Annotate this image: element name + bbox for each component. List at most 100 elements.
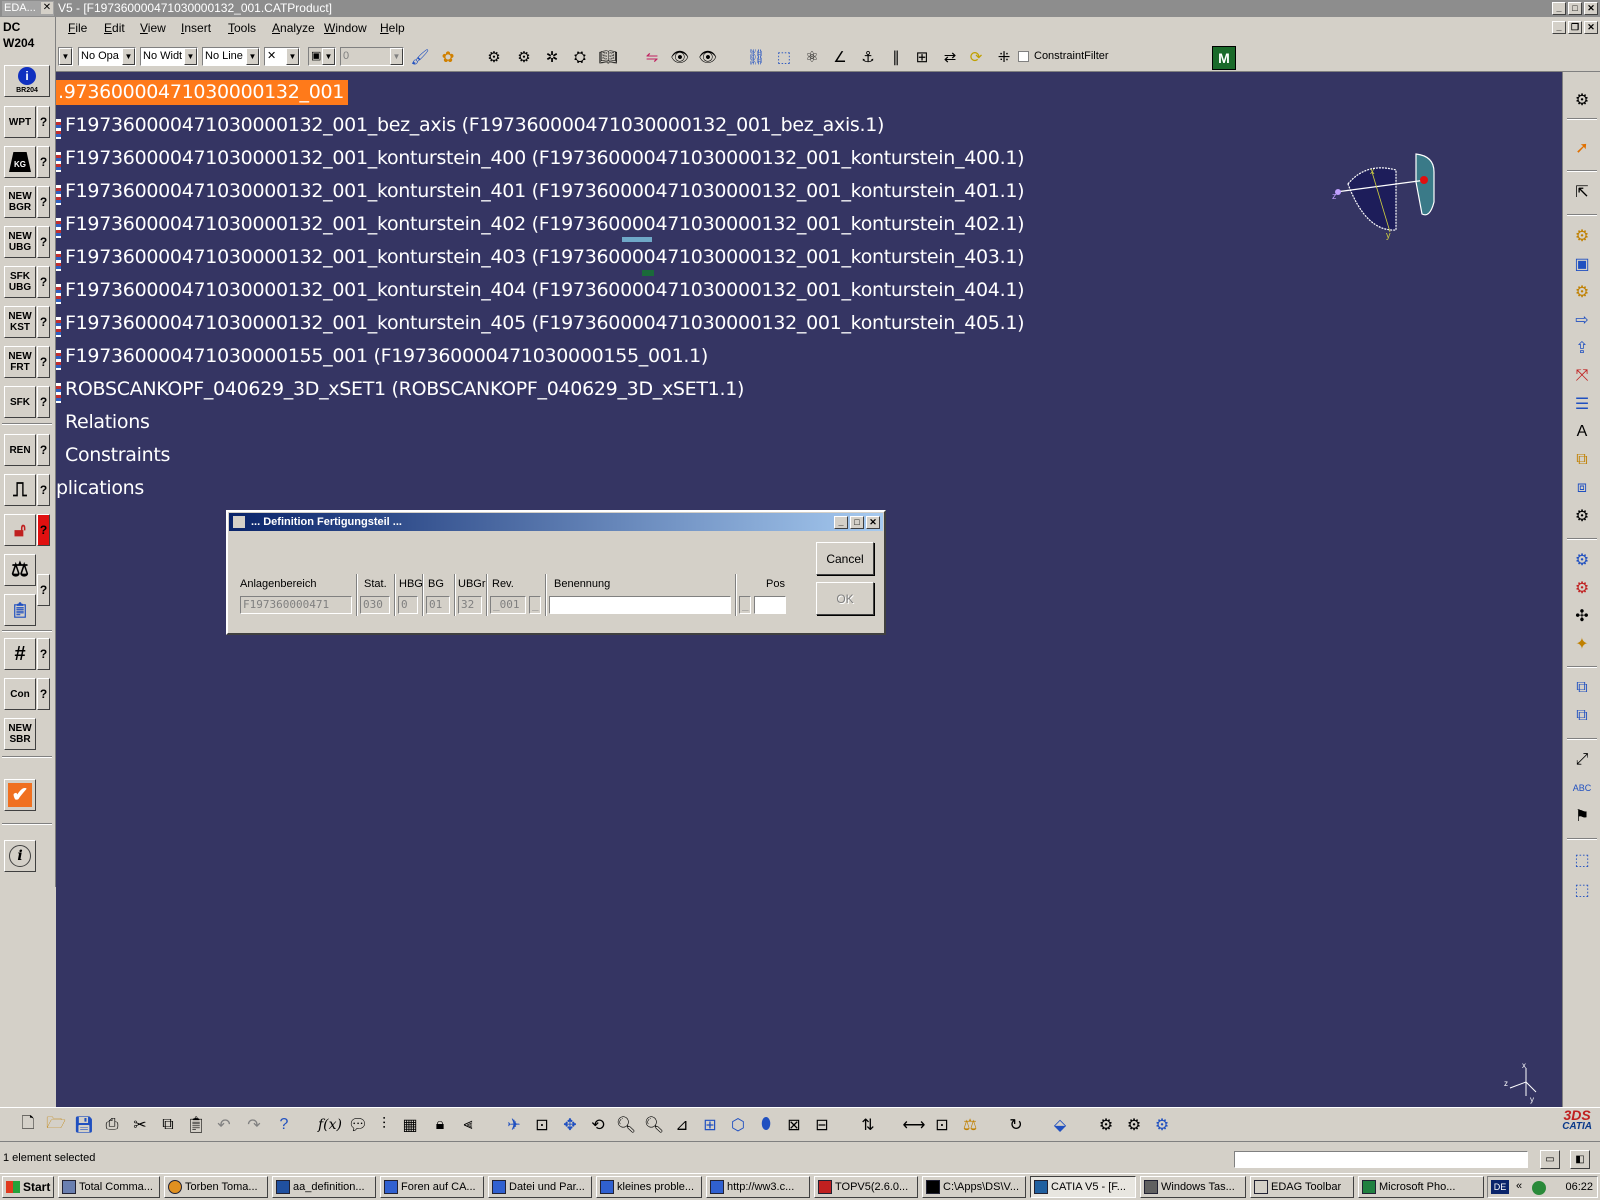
hbg-field[interactable]: 0 <box>398 596 418 614</box>
offset-icon[interactable]: ∥ <box>884 46 908 68</box>
dialog-maximize-button[interactable]: □ <box>850 516 864 529</box>
fit-all-icon[interactable]: ⊡ <box>530 1114 554 1136</box>
gear-icon[interactable]: ⚙ <box>482 46 506 68</box>
benennung-field[interactable] <box>549 596 731 614</box>
cut-icon[interactable]: ✂ <box>128 1114 152 1136</box>
hide-show-icon[interactable]: 👁︎ <box>668 46 692 68</box>
catalog-icon[interactable]: 📖︎ <box>596 46 620 68</box>
task-foren[interactable]: Foren auf CA... <box>380 1176 484 1198</box>
snap-move-icon[interactable]: ⚙ <box>1569 576 1595 600</box>
task-total-commander[interactable]: Total Comma... <box>58 1176 160 1198</box>
tree-item[interactable]: F197360000471030000132_001_konturstein_4… <box>65 180 1025 202</box>
sfk-ubg-help-button[interactable]: ? <box>37 266 50 298</box>
eda-close-icon[interactable]: ✕ <box>41 2 53 14</box>
anlagenbereich-field[interactable]: F197360000471 <box>240 596 352 614</box>
task-topv5[interactable]: TOPV5(2.6.0... <box>814 1176 918 1198</box>
menu-edit[interactable]: Edit <box>104 21 125 35</box>
new-kst-help-button[interactable]: ? <box>37 306 50 338</box>
compass-widget[interactable]: x y z <box>1326 142 1446 252</box>
stop-manipulate-icon[interactable]: ✦ <box>1569 632 1595 656</box>
task-microsoft-photo[interactable]: Microsoft Pho... <box>1358 1176 1484 1198</box>
new-bgr-button[interactable]: NEW BGR <box>4 186 36 218</box>
con-help-button[interactable]: ? <box>37 678 50 710</box>
tree-root-node[interactable]: .97360000471030000132_001 <box>56 80 349 105</box>
bg-field[interactable]: 01 <box>426 596 450 614</box>
sectioning-icon[interactable]: ⧉ <box>1569 704 1595 728</box>
reorder-icon[interactable]: ⇄ <box>938 46 962 68</box>
new-ubg-button[interactable]: NEW UBG <box>4 226 36 258</box>
snap-icon[interactable]: ✲ <box>540 46 564 68</box>
power-input-field[interactable] <box>1234 1151 1528 1168</box>
formula-icon[interactable]: f(x) <box>318 1114 342 1136</box>
tree-item[interactable]: F197360000471030000132_001_konturstein_4… <box>65 213 1025 235</box>
start-button[interactable]: Start <box>2 1176 54 1198</box>
product-icon[interactable]: ⚙ <box>1569 224 1595 248</box>
molecule-icon[interactable]: ⚛︎ <box>800 46 824 68</box>
hide-show-icon[interactable]: ⊠ <box>782 1114 806 1136</box>
kg-button[interactable]: KG <box>4 146 36 178</box>
layer-mode-combo[interactable]: ▣ ▼ <box>308 47 336 66</box>
measure-icon[interactable]: ⤢ <box>1569 748 1595 772</box>
select-mode-icon[interactable]: ⇱ <box>1569 180 1595 204</box>
new-frt-help-button[interactable]: ? <box>37 346 50 378</box>
numbering-icon[interactable]: ☰ <box>1569 392 1595 416</box>
part-icon[interactable]: ▣ <box>1569 252 1595 276</box>
properties-icon[interactable]: ✿ <box>436 46 460 68</box>
menu-tools[interactable]: Tools <box>228 21 256 35</box>
measure-item-icon[interactable]: ⊡ <box>930 1114 954 1136</box>
task-cmd[interactable]: C:\Apps\DS\V... <box>922 1176 1026 1198</box>
balance-help-button[interactable]: ? <box>37 574 50 606</box>
task-http[interactable]: http://ww3.c... <box>706 1176 810 1198</box>
cancel-button[interactable]: Cancel <box>816 542 874 575</box>
angle-icon[interactable]: ∠ <box>828 46 852 68</box>
text-field-icon[interactable]: A <box>1569 420 1595 444</box>
manipulate-icon[interactable]: ⚙ <box>1569 548 1595 572</box>
whats-this-icon[interactable]: ? <box>272 1114 296 1136</box>
close-button[interactable]: ✕ <box>1584 2 1598 15</box>
con-button[interactable]: Con <box>4 678 36 710</box>
pos-prefix-field[interactable]: _ <box>739 596 751 614</box>
task-aa-definition[interactable]: aa_definition... <box>272 1176 376 1198</box>
ubgr-field[interactable]: 32 <box>458 596 482 614</box>
redo-icon[interactable]: ↷ <box>242 1114 266 1136</box>
gears-icon[interactable]: ⚙ <box>512 46 536 68</box>
language-indicator[interactable]: DE <box>1491 1180 1509 1194</box>
point-style-combo[interactable]: ✕ ▼ <box>264 47 300 66</box>
optimizer-icon[interactable]: ⚙ <box>1122 1114 1146 1136</box>
task-catia-active[interactable]: CATIA V5 - [F... <box>1030 1176 1136 1198</box>
ren-button[interactable]: REN <box>4 434 36 466</box>
tray-expand-icon[interactable]: « <box>1516 1180 1522 1192</box>
painter-icon[interactable]: 🖌︎ <box>408 46 432 68</box>
unlock-help-button[interactable]: ? <box>37 514 50 546</box>
new-frt-button[interactable]: NEW FRT <box>4 346 36 378</box>
menu-view[interactable]: View <box>140 21 166 35</box>
menu-help[interactable]: Help <box>380 21 405 35</box>
curve-tool-help-button[interactable]: ? <box>37 474 50 506</box>
doc-minimize-button[interactable]: _ <box>1552 21 1566 34</box>
flag-note-icon[interactable]: ⚑ <box>1569 804 1595 828</box>
curve-tool-button[interactable]: ⎍ <box>4 474 36 506</box>
undo-icon[interactable]: ↶ <box>212 1114 236 1136</box>
print-icon[interactable]: ⎙ <box>100 1114 124 1136</box>
catalog-browser-icon[interactable]: ⬙ <box>1048 1114 1072 1136</box>
line-type-combo[interactable]: No Line ▼ <box>202 47 260 66</box>
paste-icon[interactable]: 📋︎ <box>184 1114 208 1136</box>
check-button[interactable]: ✔ <box>4 779 36 811</box>
measure-between-icon[interactable]: ⟷ <box>902 1114 926 1136</box>
swap-visible-icon[interactable]: ⇋ <box>640 46 664 68</box>
menu-analyze[interactable]: Analyze <box>272 21 315 35</box>
wpt-help-button[interactable]: ? <box>37 106 50 138</box>
new-bgr-help-button[interactable]: ? <box>37 186 50 218</box>
dialog-minimize-button[interactable]: _ <box>834 516 848 529</box>
status-options-button[interactable]: ◧ <box>1570 1150 1590 1169</box>
grid-tool-button[interactable]: # <box>4 638 36 670</box>
update-icon[interactable]: ⟳ <box>964 46 988 68</box>
component-icon[interactable]: ⚙ <box>1569 280 1595 304</box>
rev-field[interactable]: _001 <box>490 596 526 614</box>
grid-help-button[interactable]: ? <box>37 638 50 670</box>
multi-instance-icon[interactable]: ⧉ <box>1569 448 1595 472</box>
pan-icon[interactable]: ✥ <box>558 1114 582 1136</box>
m-toolbar-button[interactable]: M <box>1212 46 1236 70</box>
explode-icon[interactable]: ✣ <box>1569 604 1595 628</box>
dialog-titlebar[interactable]: ... Definition Fertigungsteil ... _ □ ✕ <box>229 513 883 531</box>
